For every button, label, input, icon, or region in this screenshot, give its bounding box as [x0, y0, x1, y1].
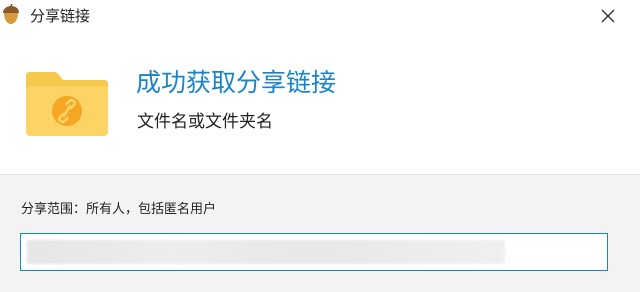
close-icon — [601, 9, 615, 23]
share-link-dialog: 分享链接 成功获取分享链接 文件名或文件夹名 分享范围：所有人，包括匿名用户 — [0, 0, 640, 292]
close-button[interactable] — [594, 2, 622, 30]
share-panel: 分享范围：所有人，包括匿名用户 — [0, 174, 640, 292]
dialog-title: 分享链接 — [30, 7, 91, 25]
file-name: 文件名或文件夹名 — [137, 112, 273, 132]
folder-link-icon — [24, 70, 110, 138]
share-scope-label: 分享范围：所有人，包括匿名用户 — [21, 202, 217, 217]
share-link-value[interactable] — [27, 240, 505, 264]
acorn-icon — [0, 3, 22, 26]
share-link-field[interactable] — [20, 233, 608, 271]
success-headline: 成功获取分享链接 — [136, 68, 337, 97]
title-bar: 分享链接 — [0, 0, 640, 34]
